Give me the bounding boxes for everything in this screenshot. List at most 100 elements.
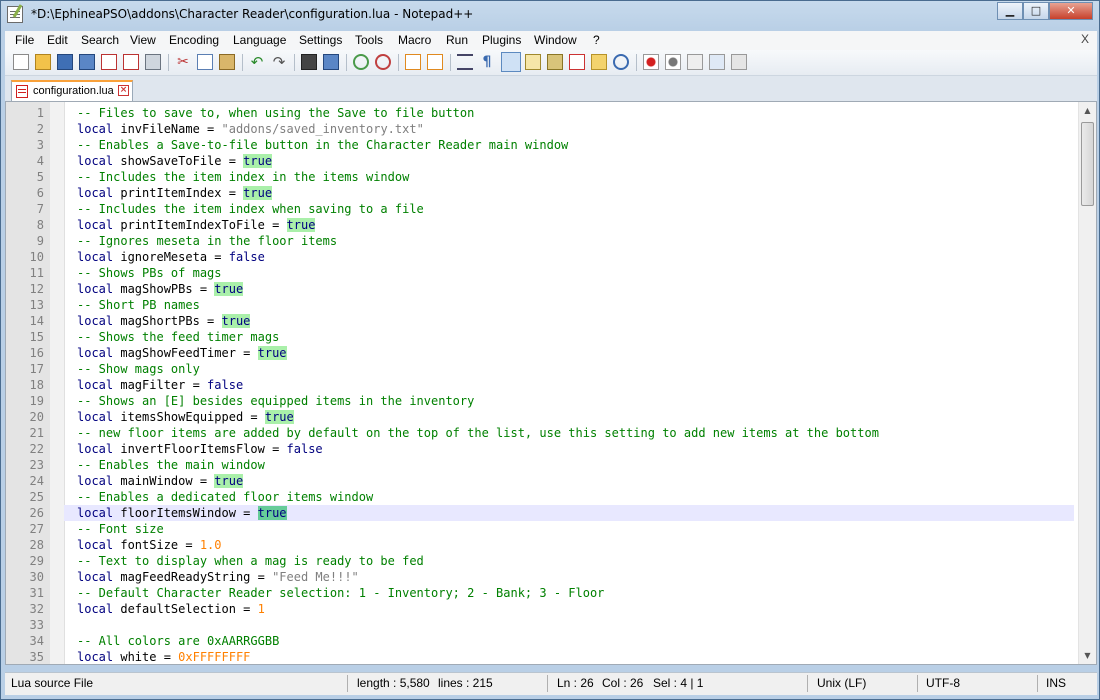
close-tab-icon[interactable]: ×	[118, 85, 129, 96]
open-file-icon[interactable]	[35, 54, 51, 70]
line-text[interactable]: -- new floor items are added by default …	[77, 425, 879, 441]
vertical-scrollbar[interactable]: ▲ ▼	[1078, 102, 1096, 664]
close-all-icon[interactable]	[123, 54, 139, 70]
line-text[interactable]: local magShowFeedTimer = true	[77, 345, 287, 361]
line-text[interactable]: -- Files to save to, when using the Save…	[77, 105, 474, 121]
sync-vertical-icon[interactable]	[405, 54, 421, 70]
notepadpp-app-icon[interactable]	[7, 6, 23, 23]
close-file-icon[interactable]	[101, 54, 117, 70]
code-line[interactable]: 1 -- Files to save to, when using the Sav…	[37, 105, 1074, 121]
code-line[interactable]: 35 local white = 0xFFFFFFFF	[30, 649, 1074, 664]
line-text[interactable]: -- Text to display when a mag is ready t…	[77, 553, 424, 569]
save-macro-icon[interactable]	[731, 54, 747, 70]
line-text[interactable]: local printItemIndex = true	[77, 185, 273, 201]
code-line[interactable]: 4 local showSaveToFile = true	[37, 153, 1074, 169]
line-text[interactable]: local fontSize = 1.0	[77, 537, 222, 553]
paste-icon[interactable]	[219, 54, 235, 70]
stop-recording-icon[interactable]	[665, 54, 681, 70]
line-text[interactable]: -- Includes the item index when saving t…	[77, 201, 424, 217]
scroll-up-arrow-icon[interactable]: ▲	[1079, 102, 1096, 119]
udl-icon[interactable]	[525, 54, 541, 70]
line-text[interactable]: local floorItemsWindow = true	[77, 505, 287, 521]
code-line[interactable]: 11 -- Shows PBs of mags	[30, 265, 1074, 281]
code-line[interactable]: 27 -- Font size	[30, 521, 1074, 537]
code-line[interactable]: 7 -- Includes the item index when saving …	[37, 201, 1074, 217]
code-line[interactable]: 3 -- Enables a Save-to-file button in the…	[37, 137, 1074, 153]
indent-guide-icon[interactable]	[501, 52, 521, 72]
line-text[interactable]: -- Includes the item index in the items …	[77, 169, 409, 185]
code-line[interactable]: 10 local ignoreMeseta = false	[30, 249, 1074, 265]
line-text[interactable]: local printItemIndexToFile = true	[77, 217, 316, 233]
function-list-icon[interactable]	[569, 54, 585, 70]
code-line[interactable]: 19 -- Shows an [E] besides equipped items…	[30, 393, 1074, 409]
code-line[interactable]: 21 -- new floor items are added by defaul…	[30, 425, 1074, 441]
line-text[interactable]: -- Shows an [E] besides equipped items i…	[77, 393, 474, 409]
line-text[interactable]: -- Default Character Reader selection: 1…	[77, 585, 604, 601]
minimize-button[interactable]: ▁	[997, 2, 1023, 20]
record-macro-icon[interactable]	[643, 54, 659, 70]
code-line[interactable]: 24 local mainWindow = true	[30, 473, 1074, 489]
code-line[interactable]: 32 local defaultSelection = 1	[30, 601, 1074, 617]
line-text[interactable]: local invFileName = "addons/saved_invent…	[77, 121, 424, 137]
code-line[interactable]: 6 local printItemIndex = true	[37, 185, 1074, 201]
word-wrap-icon[interactable]	[457, 54, 473, 70]
tab-configuration-lua[interactable]: configuration.lua ×	[11, 80, 133, 101]
line-text[interactable]: -- Shows PBs of mags	[77, 265, 222, 281]
code-line[interactable]: 14 local magShortPBs = true	[30, 313, 1074, 329]
line-text[interactable]: -- Enables a dedicated floor items windo…	[77, 489, 373, 505]
menu-edit[interactable]: Edit	[47, 33, 68, 47]
redo-icon[interactable]: ↷	[271, 54, 287, 70]
line-text[interactable]: local showSaveToFile = true	[77, 153, 273, 169]
copy-icon[interactable]	[197, 54, 213, 70]
maximize-button[interactable]: □	[1023, 2, 1049, 20]
menu-run[interactable]: Run	[446, 33, 468, 47]
line-text[interactable]: local ignoreMeseta = false	[77, 249, 265, 265]
menu-macro[interactable]: Macro	[398, 33, 431, 47]
code-line[interactable]: 28 local fontSize = 1.0	[30, 537, 1074, 553]
save-icon[interactable]	[57, 54, 73, 70]
code-line[interactable]: 16 local magShowFeedTimer = true	[30, 345, 1074, 361]
code-line[interactable]: 34 -- All colors are 0xAARRGGBB	[30, 633, 1074, 649]
title-bar[interactable]: *D:\EphineaPSO\addons\Character Reader\c…	[1, 1, 1099, 29]
sync-horizontal-icon[interactable]	[427, 54, 443, 70]
menu-tools[interactable]: Tools	[355, 33, 383, 47]
line-text[interactable]: -- Shows the feed timer mags	[77, 329, 279, 345]
run-macro-multiple-icon[interactable]	[709, 54, 725, 70]
code-area[interactable]: 1 -- Files to save to, when using the Sav…	[30, 105, 1074, 664]
code-line[interactable]: 29 -- Text to display when a mag is ready…	[30, 553, 1074, 569]
document-map-icon[interactable]	[547, 54, 563, 70]
line-text[interactable]: local defaultSelection = 1	[77, 601, 265, 617]
fold-margin[interactable]	[50, 102, 65, 664]
code-line[interactable]: 20 local itemsShowEquipped = true	[30, 409, 1074, 425]
new-file-icon[interactable]	[13, 54, 29, 70]
line-text[interactable]: local magFeedReadyString = "Feed Me!!!"	[77, 569, 359, 585]
code-line[interactable]: 15 -- Shows the feed timer mags	[30, 329, 1074, 345]
menu-search[interactable]: Search	[81, 33, 119, 47]
menu-settings[interactable]: Settings	[299, 33, 342, 47]
code-line[interactable]: 12 local magShowPBs = true	[30, 281, 1074, 297]
line-text[interactable]: -- Show mags only	[77, 361, 200, 377]
status-eol-format[interactable]: Unix (LF)	[817, 676, 866, 690]
cut-icon[interactable]: ✂	[175, 54, 191, 70]
zoom-out-icon[interactable]	[375, 54, 391, 70]
line-text[interactable]: -- Font size	[77, 521, 164, 537]
menu-window[interactable]: Window	[534, 33, 577, 47]
replace-icon[interactable]	[323, 54, 339, 70]
code-line[interactable]: 17 -- Show mags only	[30, 361, 1074, 377]
monitoring-icon[interactable]	[613, 54, 629, 70]
code-line[interactable]: 26 local floorItemsWindow = true	[30, 505, 1074, 521]
line-text[interactable]: local itemsShowEquipped = true	[77, 409, 294, 425]
undo-icon[interactable]: ↶	[249, 54, 265, 70]
code-line[interactable]: 5 -- Includes the item index in the items…	[37, 169, 1074, 185]
menu-encoding[interactable]: Encoding	[169, 33, 219, 47]
show-all-characters-icon[interactable]: ¶	[479, 54, 495, 70]
find-icon[interactable]	[301, 54, 317, 70]
line-text[interactable]: local magShowPBs = true	[77, 281, 244, 297]
line-text[interactable]: local mainWindow = true	[77, 473, 244, 489]
code-editor[interactable]: 1 -- Files to save to, when using the Sav…	[5, 101, 1097, 665]
code-line[interactable]: 31 -- Default Character Reader selection:…	[30, 585, 1074, 601]
zoom-in-icon[interactable]	[353, 54, 369, 70]
close-document-icon[interactable]: X	[1081, 32, 1089, 46]
code-line[interactable]: 33	[30, 617, 1074, 633]
line-text[interactable]: -- All colors are 0xAARRGGBB	[77, 633, 279, 649]
